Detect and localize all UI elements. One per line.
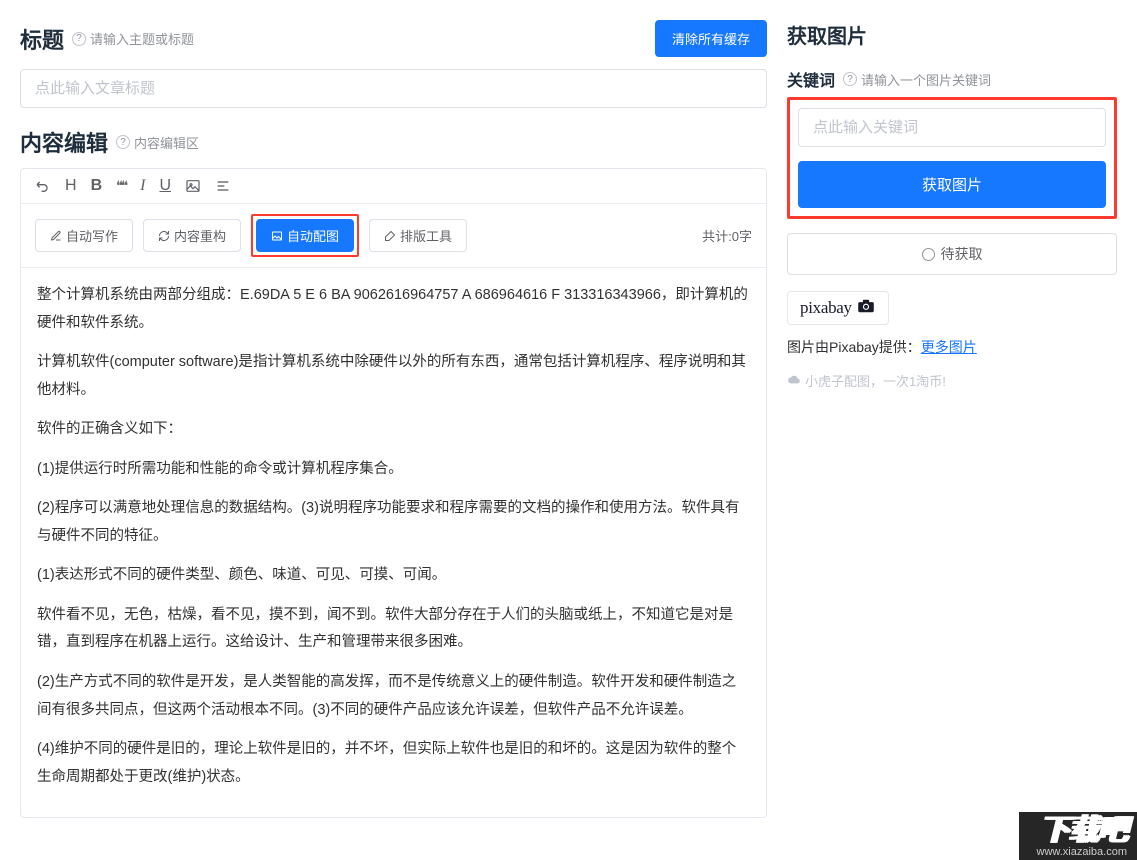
undo-icon[interactable] <box>35 178 51 194</box>
watermark-url: www.xiazaiba.com <box>1037 846 1127 858</box>
watermark-text: 下载吧 <box>1040 816 1127 846</box>
keyword-highlight-box: 获取图片 <box>787 97 1117 219</box>
content-paragraph: 软件的正确含义如下： <box>37 416 750 444</box>
title-hint-text: 请输入主题或标题 <box>90 29 194 48</box>
editor-box: H B ❝❝ I U <box>20 168 767 818</box>
footer-note-text: 小虎子配图，一次1淘币! <box>805 371 946 390</box>
align-icon[interactable] <box>215 178 231 194</box>
help-icon: ? <box>843 72 857 86</box>
main-editor-column: 标题 ? 请输入主题或标题 清除所有缓存 内容编辑 ? 内容编辑区 <box>20 20 767 818</box>
heading-icon[interactable]: H <box>65 177 77 195</box>
pixabay-badge: pixabay <box>787 291 889 325</box>
get-image-button[interactable]: 获取图片 <box>798 161 1106 208</box>
pending-status-button[interactable]: 待获取 <box>787 233 1117 275</box>
watermark: 下载吧 www.xiazaiba.com <box>1019 812 1137 860</box>
article-title-input[interactable] <box>20 69 767 108</box>
help-icon: ? <box>116 135 130 149</box>
content-edit-heading: 内容编辑 <box>20 126 108 158</box>
keyword-input[interactable] <box>798 108 1106 147</box>
action-button-row: 自动写作 内容重构 自动配图 <box>21 204 766 268</box>
title-hint: ? 请输入主题或标题 <box>72 29 194 48</box>
content-paragraph: 整个计算机系统由两部分组成：E.69DA 5 E 6 BA 9062616964… <box>37 282 750 337</box>
content-hint: ? 内容编辑区 <box>116 133 199 152</box>
auto-image-button[interactable]: 自动配图 <box>256 219 354 252</box>
image-fetch-panel: 获取图片 关键词 ? 请输入一个图片关键词 获取图片 待获取 pixabay <box>787 20 1117 818</box>
auto-image-highlight: 自动配图 <box>251 214 359 257</box>
footer-note: 小虎子配图，一次1淘币! <box>787 371 1117 390</box>
content-paragraph: (1)提供运行时所需功能和性能的命令或计算机程序集合。 <box>37 456 750 484</box>
layout-tool-button[interactable]: 排版工具 <box>369 219 467 252</box>
layout-tool-label: 排版工具 <box>400 226 452 245</box>
auto-write-button[interactable]: 自动写作 <box>35 219 133 252</box>
word-count: 共计:0字 <box>702 226 752 245</box>
pending-label: 待获取 <box>941 244 983 264</box>
content-paragraph: (2)程序可以满意地处理信息的数据结构。(3)说明程序功能要求和程序需要的文档的… <box>37 495 750 550</box>
title-heading: 标题 <box>20 23 64 55</box>
pixabay-logo-text: pixabay <box>800 298 852 318</box>
cloud-icon <box>787 374 801 388</box>
title-section-header: 标题 ? 请输入主题或标题 清除所有缓存 <box>20 20 767 57</box>
keyword-hint-text: 请输入一个图片关键词 <box>861 70 991 89</box>
get-image-heading: 获取图片 <box>787 20 1117 49</box>
auto-image-label: 自动配图 <box>287 226 339 245</box>
clear-cache-button[interactable]: 清除所有缓存 <box>655 20 767 57</box>
more-images-link[interactable]: 更多图片 <box>921 339 977 355</box>
camera-icon <box>856 299 876 318</box>
content-hint-text: 内容编辑区 <box>134 133 199 152</box>
content-paragraph: 计算机软件(computer software)是指计算机系统中除硬件以外的所有… <box>37 349 750 404</box>
keyword-label: 关键词 <box>787 67 835 91</box>
quote-icon[interactable]: ❝❝ <box>116 178 126 194</box>
content-rebuild-label: 内容重构 <box>174 226 226 245</box>
keyword-hint: ? 请输入一个图片关键词 <box>843 70 991 89</box>
underline-icon[interactable]: U <box>159 177 171 195</box>
content-paragraph: (2)生产方式不同的软件是开发，是人类智能的高发挥，而不是传统意义上的硬件制造。… <box>37 669 750 724</box>
image-icon[interactable] <box>185 178 201 194</box>
image-credit: 图片由Pixabay提供：更多图片 <box>787 337 1117 357</box>
spinner-icon <box>922 248 935 261</box>
help-icon: ? <box>72 32 86 46</box>
italic-icon[interactable]: I <box>140 177 145 195</box>
bold-icon[interactable]: B <box>91 177 103 195</box>
editor-toolbar: H B ❝❝ I U <box>21 169 766 204</box>
content-paragraph: (1)表达形式不同的硬件类型、颜色、味道、可见、可摸、可闻。 <box>37 562 750 590</box>
content-paragraph: 软件看不见，无色，枯燥，看不见，摸不到，闻不到。软件大部分存在于人们的头脑或纸上… <box>37 602 750 657</box>
credit-prefix: 图片由Pixabay提供： <box>787 339 921 355</box>
content-paragraph: (4)维护不同的硬件是旧的，理论上软件是旧的，并不坏，但实际上软件也是旧的和坏的… <box>37 736 750 791</box>
editor-content-area[interactable]: 整个计算机系统由两部分组成：E.69DA 5 E 6 BA 9062616964… <box>21 268 766 817</box>
auto-write-label: 自动写作 <box>66 226 118 245</box>
content-rebuild-button[interactable]: 内容重构 <box>143 219 241 252</box>
